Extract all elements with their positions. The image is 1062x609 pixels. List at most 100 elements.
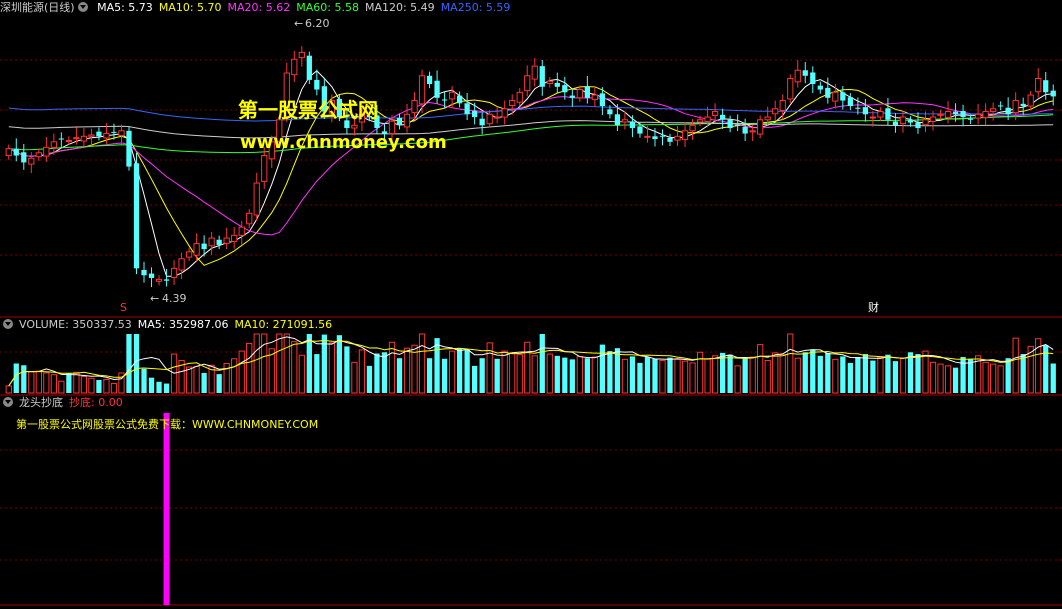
candle-body (899, 116, 907, 125)
volume-bar (599, 344, 606, 393)
volume-bar (960, 357, 966, 393)
candle-body (501, 108, 508, 118)
volume-bar (509, 352, 516, 394)
candle-body (1020, 103, 1026, 107)
candle-body (1050, 90, 1056, 97)
volume-bar (787, 333, 794, 394)
candle-body (434, 80, 440, 98)
volume-bar (817, 355, 823, 393)
volume-bar (862, 354, 869, 393)
candle-body (825, 87, 831, 98)
legend-item: VOLUME: 350337.53 (19, 318, 132, 331)
candle-body (989, 108, 997, 113)
volume-bar (5, 385, 12, 394)
watermark-line2: www.chnmoney.com (240, 132, 447, 153)
candle-body (779, 100, 786, 111)
volume-bar (253, 333, 260, 394)
candle-body (118, 130, 125, 136)
candle-body (1005, 107, 1011, 115)
candle-body (411, 100, 418, 114)
candle-body (719, 114, 726, 120)
volume-bar (1005, 358, 1011, 393)
candle-body (126, 130, 132, 167)
volume-bar (704, 358, 711, 394)
candle-body (877, 111, 884, 118)
candle-body (621, 119, 629, 123)
volume-bar (163, 383, 170, 393)
volume-bar (885, 354, 891, 393)
ma-line-5 (8, 70, 1054, 277)
volume-bar (531, 355, 538, 394)
volume-bar (28, 371, 35, 394)
candle-body (231, 234, 238, 242)
candle-body (464, 103, 470, 115)
candle-body (667, 137, 673, 142)
candle-body (155, 278, 163, 282)
price-legend: 深圳能源(日线) MA5: 5.73 MA10: 5.70 MA20: 5.62 MA… (0, 0, 522, 16)
volume-dropdown-icon[interactable] (3, 319, 13, 329)
candle-body (253, 182, 260, 216)
legend-item: MA120: 5.49 (364, 1, 435, 14)
volume-bar (434, 338, 440, 393)
volume-bar (141, 368, 147, 393)
volume-bar (96, 380, 102, 393)
candle-body (1035, 78, 1042, 93)
candle-body (1043, 80, 1049, 93)
s-marker: S (120, 301, 127, 314)
candle-body (772, 108, 779, 115)
volume-bar (899, 357, 907, 394)
volume-bar (58, 380, 65, 394)
volume-bar (562, 357, 568, 393)
chart-labels: ← 6.20 ← 4.39 S 财 (120, 17, 879, 314)
candle-body (862, 107, 869, 115)
candle-body (448, 91, 456, 100)
volume-bar (88, 377, 95, 394)
indicator-legend: 龙头抄底 抄底: 0.00 (0, 395, 129, 411)
candle-body (35, 152, 42, 158)
stock-title: 深圳能源(日线) (0, 1, 75, 14)
volume-bar (126, 334, 132, 393)
volume-bar (689, 362, 696, 394)
candle-body (802, 70, 808, 76)
candle-body (291, 58, 298, 76)
volume-bar (674, 358, 681, 394)
indicator-title: 龙头抄底 (19, 396, 63, 409)
candle-body (704, 116, 711, 122)
candle-body (652, 136, 658, 140)
volume-bar (464, 349, 470, 393)
candle-body (472, 110, 478, 118)
volume-bar (915, 354, 921, 393)
candle-body (298, 51, 305, 59)
candle-body (696, 119, 704, 123)
high-price-value: 6.20 (305, 17, 330, 30)
candle-body (539, 66, 545, 87)
settings-dropdown-icon[interactable] (77, 2, 88, 12)
candle-body (314, 79, 320, 90)
candle-body (982, 111, 989, 119)
volume-bar (667, 357, 673, 393)
volume-bar (1020, 354, 1026, 393)
volume-bar (516, 354, 523, 394)
volume-bar (652, 358, 658, 393)
volume-bar (989, 363, 997, 394)
ma-line-250 (8, 105, 1054, 122)
volume-bar (847, 362, 853, 393)
volume-bar (681, 360, 689, 394)
candle-body (103, 133, 110, 139)
legend-item: MA5: 352987.06 (137, 318, 229, 331)
volume-bar (66, 372, 72, 393)
candle-body (742, 126, 748, 134)
watermark-line1: 第一股票公式网 (238, 98, 378, 122)
volume-bar (374, 353, 380, 393)
volume-bar (321, 334, 327, 393)
indicator-dropdown-icon[interactable] (3, 397, 13, 407)
candle-body (13, 148, 19, 156)
candle-body (141, 270, 147, 276)
candle-body (306, 55, 312, 80)
volume-bar (840, 356, 846, 393)
volume-bar (539, 334, 545, 393)
volume-bar (937, 363, 944, 394)
candle-body (681, 130, 689, 141)
candle-body (238, 226, 245, 236)
volume-bar (35, 370, 42, 394)
